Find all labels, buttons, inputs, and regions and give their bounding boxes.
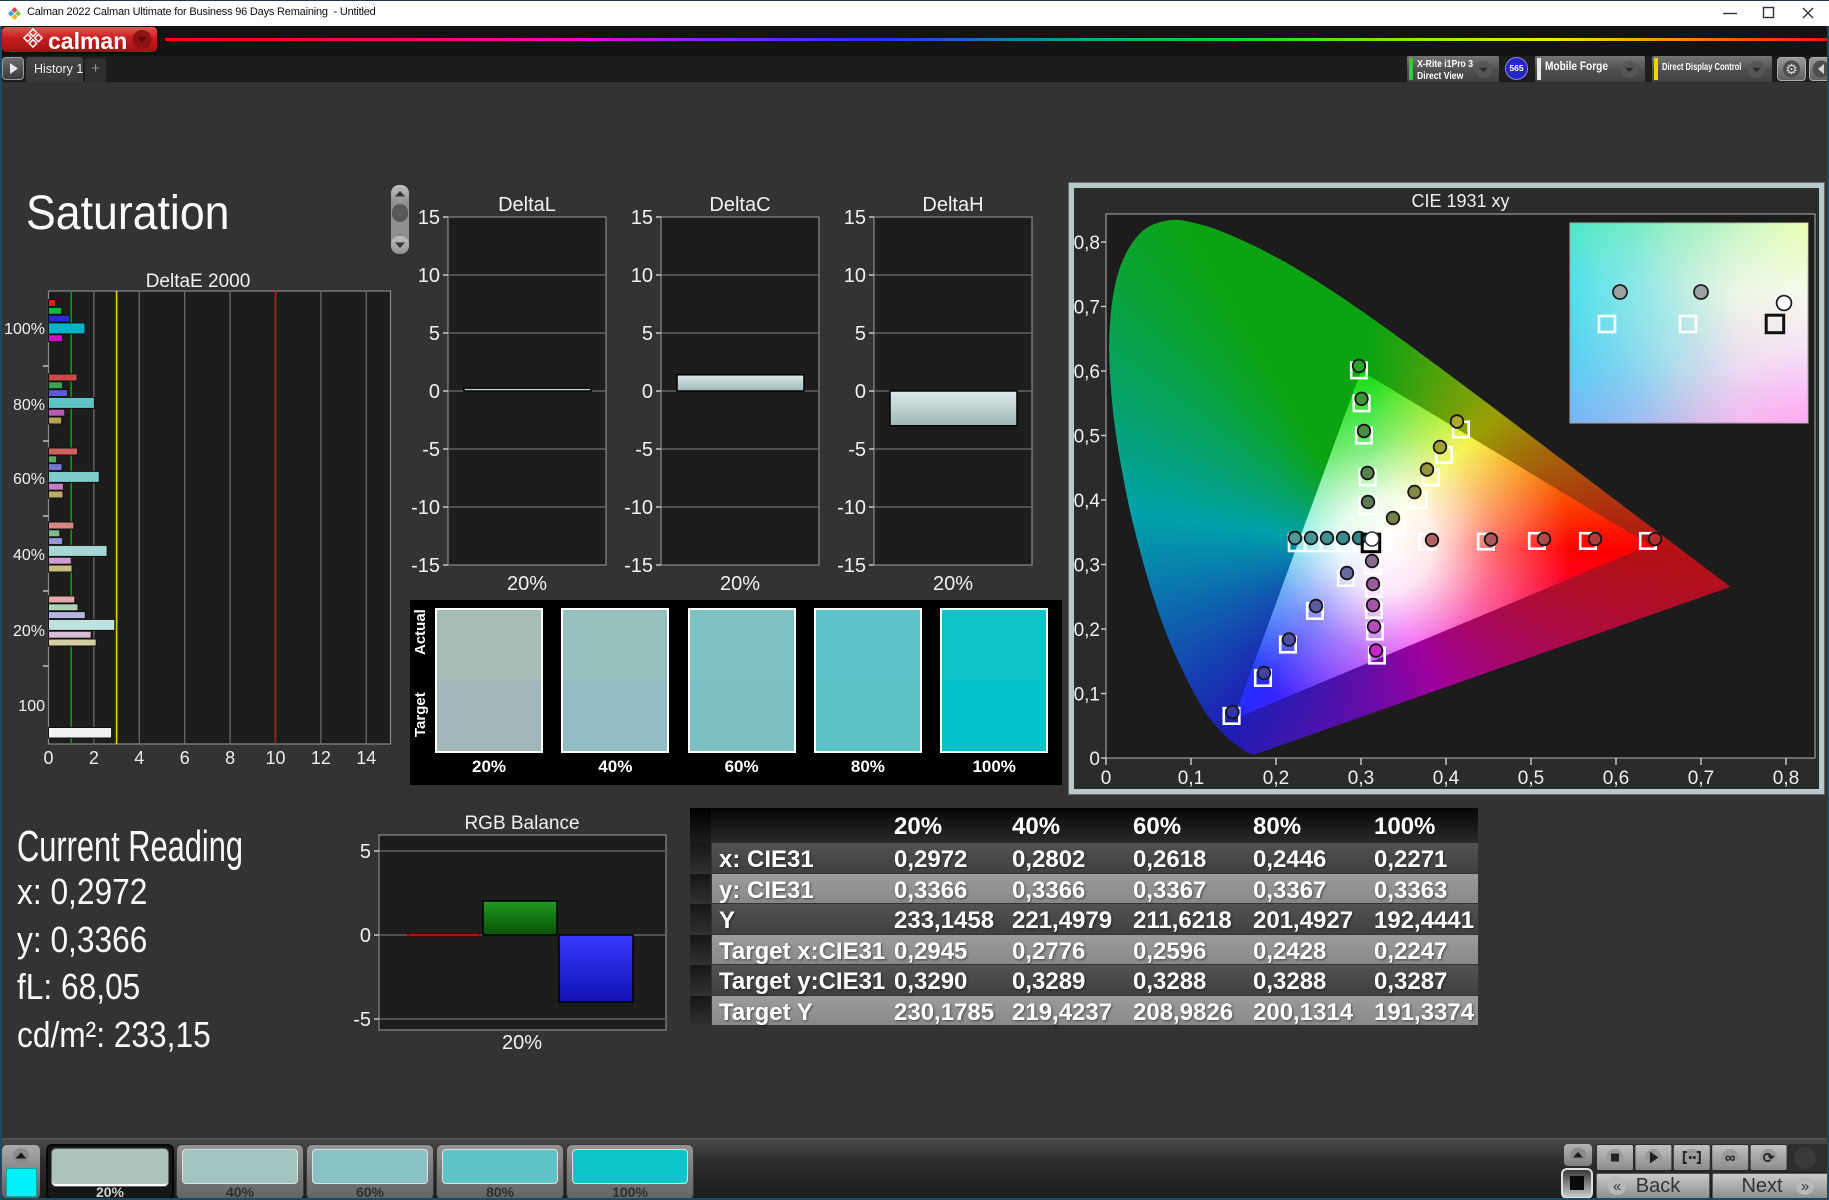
svg-text:-15: -15 (837, 555, 866, 577)
svg-text:Back: Back (1636, 1175, 1681, 1197)
svg-text:20%: 20% (502, 1032, 542, 1054)
svg-text:-5: -5 (848, 439, 866, 461)
svg-text:10: 10 (844, 265, 866, 287)
svg-text:DeltaH: DeltaH (922, 194, 983, 216)
svg-text:»: » (1801, 1178, 1809, 1195)
svg-text:0: 0 (360, 925, 371, 947)
svg-text:-10: -10 (837, 497, 866, 519)
svg-text:-5: -5 (353, 1009, 371, 1031)
svg-text:20%: 20% (933, 573, 973, 595)
svg-text:5: 5 (855, 323, 866, 345)
svg-text:5: 5 (360, 841, 371, 863)
svg-text:RGB Balance: RGB Balance (464, 813, 579, 834)
svg-text:0: 0 (855, 381, 866, 403)
svg-text:∞: ∞ (1725, 1150, 1736, 1167)
svg-text:⚙: ⚙ (1785, 61, 1798, 77)
svg-text:⟳: ⟳ (1763, 1150, 1775, 1166)
svg-text:DeltaC: DeltaC (709, 194, 770, 216)
svg-text:«: « (1613, 1178, 1621, 1195)
svg-text:20%: 20% (720, 573, 760, 595)
svg-text:15: 15 (844, 207, 866, 229)
svg-text:Next: Next (1741, 1175, 1783, 1197)
